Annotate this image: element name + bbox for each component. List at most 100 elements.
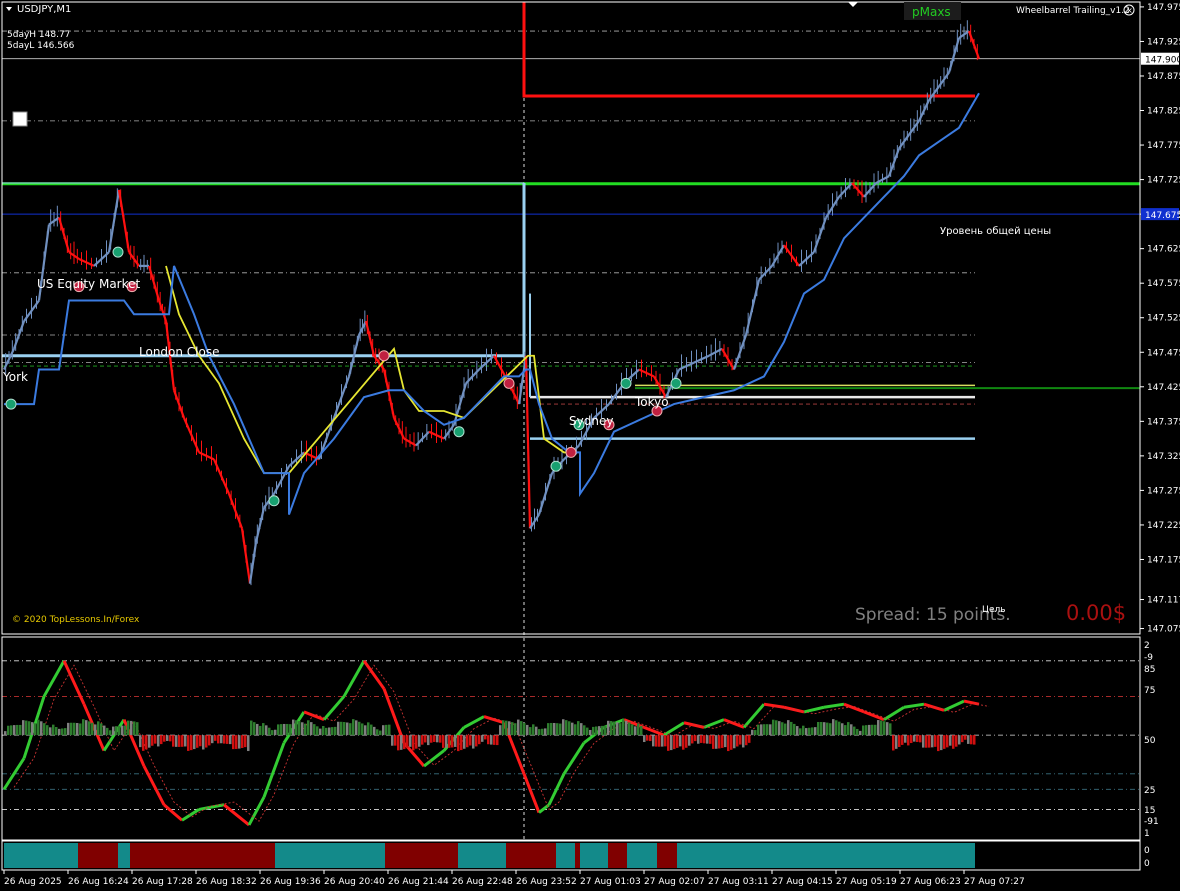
time-tick-label: 26 Aug 16:24 [68, 877, 129, 887]
histogram-bar [697, 735, 700, 744]
histogram-bar [70, 722, 73, 736]
histogram-bar [475, 735, 478, 747]
histogram-bar [514, 723, 517, 736]
histogram-bar [331, 727, 334, 736]
histogram-bar [517, 719, 520, 736]
time-tick-label: 26 Aug 20:40 [324, 877, 385, 887]
histogram-bar [553, 722, 556, 736]
histogram-bar [10, 725, 13, 736]
time-tick-label: 27 Aug 07:27 [964, 877, 1025, 887]
price-tick-label: 147.117 [1147, 596, 1180, 606]
histogram-bar [304, 723, 307, 736]
histogram-bar [229, 735, 232, 745]
histogram-bar [883, 721, 886, 736]
histogram-bar [793, 723, 796, 736]
time-tick-label: 26 Aug 17:28 [132, 877, 193, 887]
histogram-bar [733, 735, 736, 749]
histogram-bar [193, 735, 196, 750]
session-sydney: Sydney [569, 414, 613, 428]
histogram-bar [376, 729, 379, 736]
histogram-bar [775, 720, 778, 736]
oscillator-segment [223, 803, 250, 827]
histogram-bar [262, 723, 265, 736]
histogram-bar [523, 722, 526, 736]
histogram-bar [808, 727, 811, 736]
histogram-bar [541, 728, 544, 736]
histogram-bar [91, 722, 94, 736]
histogram-bar [241, 735, 244, 748]
histogram-bar [898, 735, 901, 747]
histogram-bar [67, 722, 70, 736]
histogram-bar [568, 721, 571, 736]
histogram-bar [589, 729, 592, 736]
checkbox-icon[interactable] [12, 111, 28, 127]
histogram-bar [634, 726, 637, 736]
histogram-bar [31, 722, 34, 736]
chevron-down-icon[interactable] [6, 7, 12, 11]
histogram-bar [19, 724, 22, 736]
session-new-york: York [2, 370, 28, 384]
time-tick-label: 26 Aug 2025 [4, 877, 62, 887]
histogram-bar [226, 735, 229, 744]
histogram-bar [451, 735, 454, 748]
histogram-bar [778, 721, 781, 736]
histogram-bar [664, 735, 667, 747]
histogram-bar [265, 725, 268, 736]
histogram-bar [562, 719, 565, 736]
histogram-bar [481, 735, 484, 742]
blue-trail-line [4, 92, 980, 515]
histogram-bar [139, 735, 142, 748]
price-chart-svg[interactable]: USDJPY,M1 5dayH 148.77 5dayL 146.566 Whe… [0, 0, 1180, 891]
yellow-trail-line [165, 265, 576, 475]
histogram-bar [130, 720, 133, 736]
histogram-bar [271, 730, 274, 736]
histogram-bar [466, 735, 469, 748]
histogram-bar [349, 723, 352, 736]
histogram-bar [760, 724, 763, 736]
histogram-bar [583, 725, 586, 736]
histogram-bar [43, 723, 46, 736]
histogram-bar [424, 735, 427, 743]
histogram-bar [100, 723, 103, 736]
histogram-bar [457, 735, 460, 752]
histogram-bar [334, 726, 337, 736]
histogram-bar [706, 735, 709, 744]
session-bar [627, 843, 657, 868]
histogram-bar [274, 729, 277, 736]
current-price-tag-label: 147.900 [1145, 56, 1180, 66]
histogram-bar [784, 723, 787, 736]
time-tick-label: 27 Aug 06:23 [900, 877, 961, 887]
histogram-bar [346, 722, 349, 736]
session-bar [118, 843, 130, 868]
histogram-bar [934, 735, 937, 747]
price-tick-label: 147.475 [1147, 348, 1180, 358]
mt4-chart-window: USDJPY,M1 5dayH 148.77 5dayL 146.566 Whe… [0, 0, 1180, 891]
histogram-bar [109, 730, 112, 736]
histogram-bar [499, 725, 502, 736]
oscillator-segment [683, 721, 705, 729]
histogram-bar [220, 735, 223, 744]
symbol-label: USDJPY,M1 [17, 4, 71, 15]
histogram-bar [160, 735, 163, 745]
session-london-close: London Close [139, 345, 220, 359]
indicator-close-glyph: × [1126, 6, 1133, 15]
histogram-bar [559, 723, 562, 736]
osc-axis-label: 1 [1144, 829, 1150, 839]
histogram-bar [679, 735, 682, 747]
histogram-bar [409, 735, 412, 747]
histogram-bar [427, 735, 430, 746]
histogram-bar [838, 721, 841, 736]
histogram-bar [823, 722, 826, 736]
copyright-label: © 2020 TopLessons.In/Forex [12, 615, 140, 625]
oscillator-segment [163, 803, 183, 822]
histogram-bar [436, 735, 439, 743]
histogram-bar [7, 725, 10, 736]
session-tokyo: Tokyo [634, 395, 669, 409]
histogram-bar [616, 722, 619, 736]
histogram-bar [16, 724, 19, 736]
oscillator-segment [547, 773, 566, 806]
histogram-bar [532, 724, 535, 736]
histogram-bar [205, 735, 208, 748]
histogram-bar [571, 722, 574, 736]
histogram-bar [709, 735, 712, 744]
